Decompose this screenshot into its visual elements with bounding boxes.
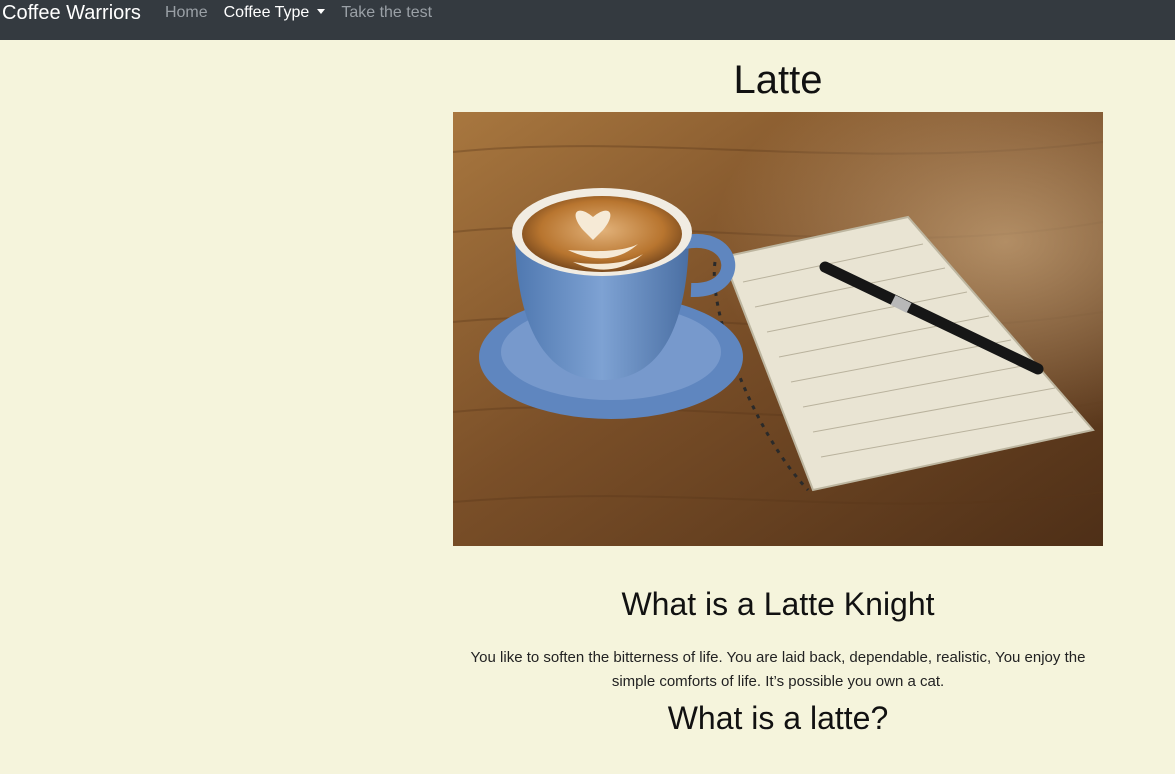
nav-take-test-link[interactable]: Take the test	[341, 0, 432, 26]
latte-photo	[453, 112, 1103, 546]
nav-home-link[interactable]: Home	[165, 0, 208, 26]
page-title: Latte	[733, 58, 823, 102]
nav-coffee-type-dropdown[interactable]: Coffee Type	[224, 0, 326, 26]
nav-links: Home Coffee Type Take the test	[165, 0, 448, 26]
latte-knight-heading: What is a Latte Knight	[621, 586, 935, 622]
what-is-latte-heading: What is a latte?	[667, 700, 889, 736]
nav-coffee-type-label: Coffee Type	[223, 4, 310, 21]
latte-knight-description: You like to soften the bitterness of lif…	[470, 649, 1086, 690]
chevron-down-icon	[317, 9, 326, 14]
top-navbar: Coffee Warriors Home Coffee Type Take th…	[0, 0, 1175, 40]
brand-link[interactable]: Coffee Warriors	[0, 0, 141, 26]
main-content: Latte What is a Latte Knight You like to…	[453, 40, 1103, 738]
